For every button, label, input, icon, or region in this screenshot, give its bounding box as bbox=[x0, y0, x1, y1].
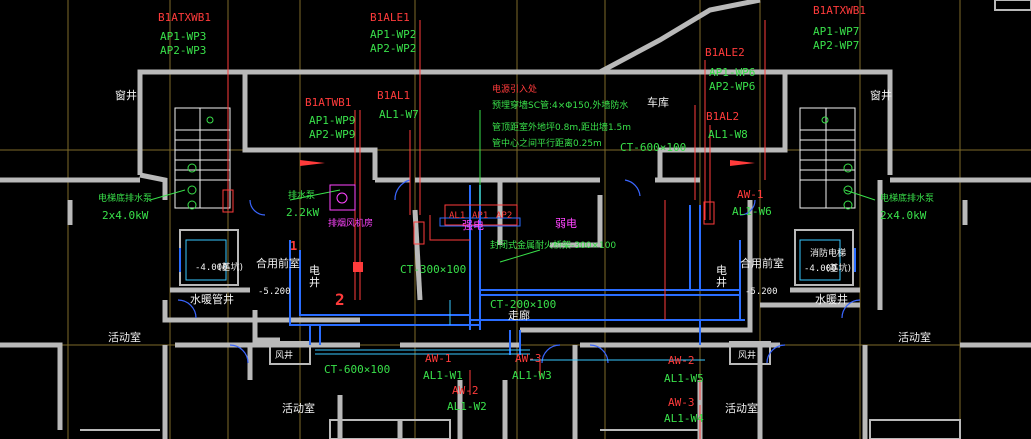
panel-aw1-bottom-name: AW-1 bbox=[425, 352, 452, 365]
panel-aw3-right-name: AW-3 bbox=[668, 396, 695, 409]
room-fan-left: 风井 bbox=[275, 351, 294, 361]
panel-b1atxwb1-left-c1: AP1-WP3 bbox=[160, 30, 207, 43]
room-weak-current: 弱电 bbox=[555, 217, 577, 230]
equip-elevator-pump-right: 电梯底排水泵 bbox=[880, 194, 935, 204]
stair-right bbox=[799, 107, 856, 209]
panel-b1al1-c1: AL1-W7 bbox=[379, 108, 419, 121]
level-left: -5.200 bbox=[258, 287, 291, 297]
panel-aw2-right-c1: AL1-W5 bbox=[664, 372, 704, 385]
panel-b1al2-name: B1AL2 bbox=[706, 110, 740, 123]
small-ap2-tag: AP2 bbox=[496, 211, 513, 221]
red-mark-1: 1 bbox=[290, 239, 298, 253]
panel-b1ale2-c1: AP1-WP6 bbox=[709, 66, 756, 79]
panel-aw3-right-c1: AL1-W4 bbox=[664, 412, 704, 425]
panel-b1ale1-name: B1ALE1 bbox=[370, 11, 410, 24]
elev-right-note: (基坑) bbox=[826, 264, 852, 274]
room-activity-bottom-right: 活动室 bbox=[725, 402, 758, 415]
panel-b1atwb1-c1: AP1-WP9 bbox=[309, 114, 356, 127]
room-window-well-right: 窗井 bbox=[870, 89, 892, 102]
room-electric-well-left: 电井 bbox=[309, 264, 320, 289]
note-line-1: 电源引入处 bbox=[492, 85, 538, 95]
panel-b1ale1-c1: AP1-WP2 bbox=[370, 28, 417, 41]
note-line-2: 预埋穿墙SC管:4×Φ150,外墙防水 bbox=[492, 101, 629, 111]
room-water-heat-well-right: 水暖井 bbox=[815, 293, 848, 306]
panel-b1ale2-c2: AP2-WP6 bbox=[709, 80, 756, 93]
note-line-3: 管顶距室外地坪0.8m,距出墙1.5m bbox=[492, 123, 632, 133]
panel-aw1-bottom-c1: AL1-W1 bbox=[423, 369, 463, 382]
room-shared-front-right: 合用前室 bbox=[740, 257, 784, 270]
panel-b1ale1-c2: AP2-WP2 bbox=[370, 42, 417, 55]
equip-drain-pump: 排水泵 bbox=[288, 191, 316, 201]
small-ap1-tag: AP1 bbox=[472, 211, 489, 221]
room-garage: 车库 bbox=[647, 96, 669, 109]
panel-b1atxwb1-right-c2: AP2-WP7 bbox=[813, 39, 860, 52]
room-corridor: 走廊 bbox=[508, 309, 530, 322]
panel-aw3-bottom-name: AW-3 bbox=[515, 352, 542, 365]
panel-aw1-right-name: AW-1 bbox=[737, 188, 764, 201]
equip-drain-pump-power: 2.2kW bbox=[286, 206, 320, 219]
panel-b1atxwb1-left-c2: AP2-WP3 bbox=[160, 44, 207, 57]
tray-ct-600-100-bottom: CT-600×100 bbox=[324, 363, 391, 376]
small-al1-tag: AL1 bbox=[449, 211, 466, 221]
room-water-heat-well-left: 水暖管井 bbox=[190, 293, 234, 306]
panel-b1atxwb1-left-name: B1ATXWB1 bbox=[158, 11, 211, 24]
panel-aw2-bottom-c1: AL1-W2 bbox=[447, 400, 487, 413]
room-electric-well-right: 电井 bbox=[716, 264, 727, 289]
room-activity-bottom-left: 活动室 bbox=[282, 402, 315, 415]
room-window-well-left: 窗井 bbox=[115, 89, 137, 102]
panel-b1atxwb1-right-name: B1ATXWB1 bbox=[813, 4, 866, 17]
panel-b1atwb1-c2: AP2-WP9 bbox=[309, 128, 356, 141]
panel-b1atxwb1-right-c1: AP1-WP7 bbox=[813, 25, 860, 38]
panel-aw3-bottom-c1: AL1-W3 bbox=[512, 369, 552, 382]
room-fire-smoke: 排烟风机房 bbox=[328, 219, 374, 229]
red-mark-2: 2 bbox=[335, 290, 345, 309]
elev-left-note: (基坑) bbox=[218, 263, 244, 273]
tray-ct-600-100-top: CT-600×100 bbox=[620, 141, 687, 154]
room-activity-left: 活动室 bbox=[108, 331, 141, 344]
panel-aw2-bottom-name: AW-2 bbox=[452, 384, 479, 397]
panel-b1al2-c1: AL1-W8 bbox=[708, 128, 748, 141]
note-line-4: 管中心之间平行距离0.25m bbox=[492, 139, 602, 149]
panel-b1al1-name: B1AL1 bbox=[377, 89, 411, 102]
equip-elevator-pump-right-power: 2x4.0kW bbox=[880, 209, 927, 222]
panel-aw1-right-c1: AL1-W6 bbox=[732, 205, 772, 218]
tray-fireproof: 封闭式金属耐火桥架-300×100 bbox=[490, 241, 617, 251]
panel-aw2-right-name: AW-2 bbox=[668, 354, 695, 367]
room-fan-right: 风井 bbox=[738, 351, 757, 361]
stair-left bbox=[174, 107, 231, 209]
panel-b1ale2-name: B1ALE2 bbox=[705, 46, 745, 59]
panel-b1atwb1-name: B1ATWB1 bbox=[305, 96, 352, 109]
room-shared-front-left: 合用前室 bbox=[256, 257, 300, 270]
elev-right-title: 消防电梯 bbox=[810, 249, 847, 259]
tray-ct-300-100: CT-300×100 bbox=[400, 263, 467, 276]
equip-elevator-pump-left: 电梯底排水泵 bbox=[98, 194, 153, 204]
room-activity-right: 活动室 bbox=[898, 331, 931, 344]
equip-elevator-pump-left-power: 2x4.0kW bbox=[102, 209, 149, 222]
level-right: -5.200 bbox=[745, 287, 778, 297]
